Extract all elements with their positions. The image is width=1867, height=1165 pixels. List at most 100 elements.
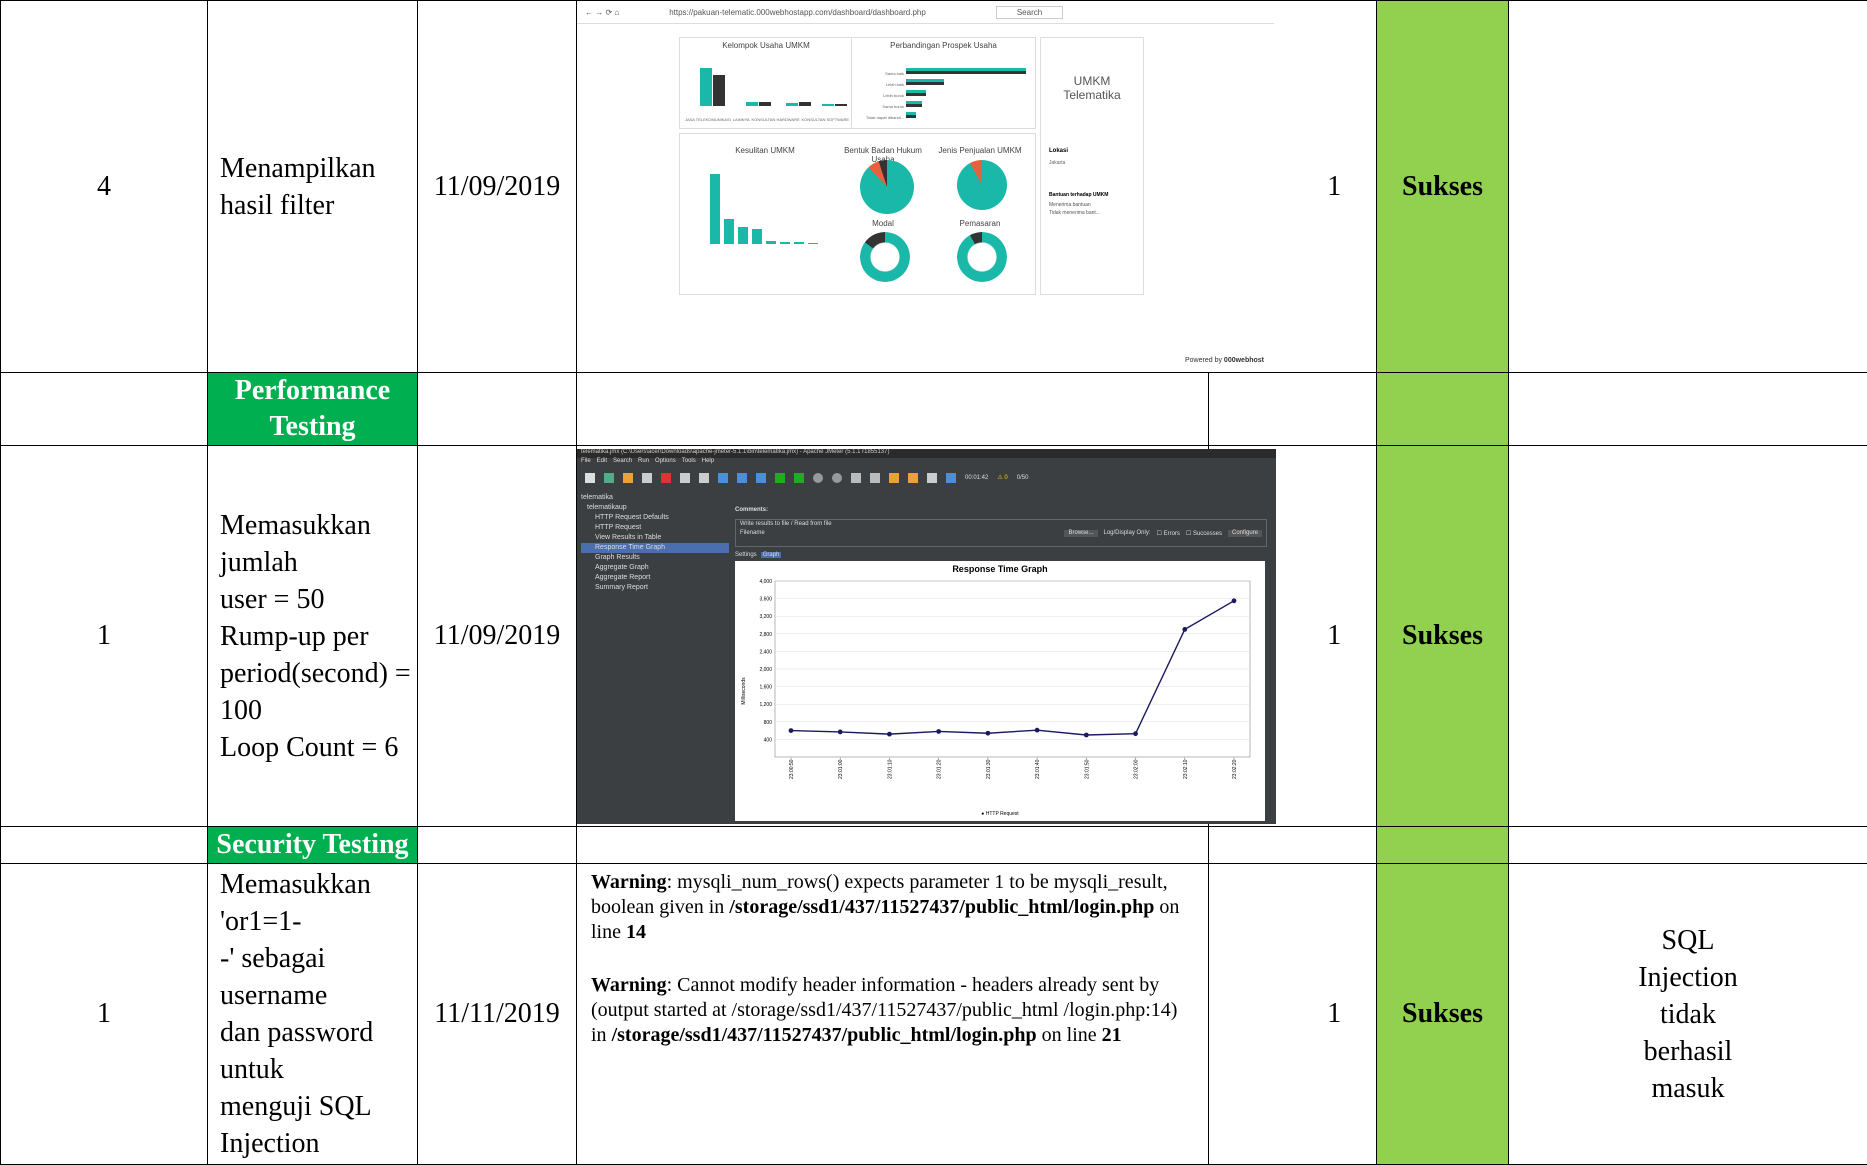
tree-item[interactable]: Graph Results	[581, 553, 729, 563]
errors-checkbox[interactable]: ☐ Errors	[1157, 530, 1180, 537]
bar	[794, 242, 804, 244]
successes-checkbox[interactable]: ☐ Successes	[1186, 530, 1222, 537]
lokasi-dropdown[interactable]: Jakarta	[1049, 160, 1143, 166]
tab-graph[interactable]: Graph	[761, 552, 782, 558]
paste-icon[interactable]	[699, 473, 709, 483]
open-icon[interactable]	[623, 473, 633, 483]
test-date: 11/09/2019	[418, 1, 577, 373]
clear-all-icon[interactable]	[870, 473, 880, 483]
copy-icon[interactable]	[680, 473, 690, 483]
start-no-pause-icon[interactable]	[794, 473, 804, 483]
tree-item[interactable]: telematika	[581, 493, 729, 503]
section-row: Performance Testing	[1, 373, 1867, 446]
stop-icon[interactable]	[813, 473, 823, 483]
warning-icon: ⚠ 0	[997, 474, 1007, 481]
tree-item[interactable]: HTTP Request	[581, 523, 729, 533]
tree-item[interactable]: Summary Report	[581, 583, 729, 593]
table-row: 1 Memasukkan 'or1=1- -' sebagai username…	[1, 864, 1867, 1165]
menu-item[interactable]: File	[581, 458, 591, 467]
data-point	[1133, 731, 1138, 736]
collapse-icon[interactable]	[737, 473, 747, 483]
clear-icon[interactable]	[851, 473, 861, 483]
tab-settings[interactable]: Settings	[735, 552, 757, 558]
row-number: 1	[1, 864, 208, 1165]
menu-item[interactable]: Search	[613, 458, 632, 467]
menu-item[interactable]: Edit	[597, 458, 607, 467]
url-bar[interactable]: https://pakuan-telematic.000webhostapp.c…	[669, 8, 926, 17]
shutdown-icon[interactable]	[832, 473, 842, 483]
test-count: 1	[1293, 1, 1377, 373]
table-row: 4 Menampilkan hasil filter 11/09/2019 ← …	[1, 1, 1867, 373]
graph-panel: Response Time Graph Milliseconds 4008001…	[735, 561, 1265, 821]
tree-item[interactable]: Aggregate Report	[581, 573, 729, 583]
test-date: 11/09/2019	[418, 446, 577, 827]
search-box[interactable]: Search	[996, 6, 1063, 19]
prospek-usaha-card: Perbandingan Prospek Usaha Sama baikLebi…	[852, 38, 1035, 128]
chart-title: Response Time Graph	[952, 564, 1047, 574]
templates-icon[interactable]	[604, 473, 614, 483]
nav-arrows-icon[interactable]: ← → ⟳ ⌂	[585, 8, 619, 17]
data-point	[985, 730, 990, 735]
menu-item[interactable]: Options	[655, 458, 676, 467]
toggle-icon[interactable]	[756, 473, 766, 483]
menu-item[interactable]: Help	[702, 458, 714, 467]
menu-item[interactable]: Tools	[682, 458, 696, 467]
bar	[906, 115, 916, 118]
y-tick-label: 3,200	[759, 614, 772, 620]
bar	[906, 82, 944, 85]
tree-item[interactable]: telematikaup	[581, 503, 729, 513]
pie-badan-hukum	[860, 160, 914, 214]
save-icon[interactable]	[642, 473, 652, 483]
test-description: Memasukkan jumlah user = 50 Rump-up per …	[208, 446, 418, 827]
bar	[766, 241, 776, 244]
bar	[906, 71, 1026, 74]
y-tick-label: 2,400	[759, 649, 772, 655]
y-tick-label: 3,600	[759, 596, 772, 602]
reset-search-icon[interactable]	[908, 473, 918, 483]
tree-item[interactable]: View Results in Table	[581, 533, 729, 543]
menu-item[interactable]: Run	[638, 458, 649, 467]
x-tick-label: 23:01:50	[1084, 759, 1090, 779]
php-warning: Warning: Cannot modify header informatio…	[577, 967, 1208, 1054]
new-icon[interactable]	[585, 473, 595, 483]
toolbar: 00:01:42 ⚠ 0 0/50	[577, 467, 1276, 489]
tree-item[interactable]: Aggregate Graph	[581, 563, 729, 573]
expand-icon[interactable]	[718, 473, 728, 483]
bar	[738, 227, 748, 244]
start-icon[interactable]	[775, 473, 785, 483]
y-tick-label: 2,800	[759, 631, 772, 637]
test-plan-tree: telematika telematikaup HTTP Request Def…	[581, 493, 729, 593]
test-results-table: 4 Menampilkan hasil filter 11/09/2019 ← …	[0, 0, 1867, 1165]
donut-pemasaran	[957, 232, 1007, 282]
bar	[700, 68, 712, 106]
tree-item-selected[interactable]: Response Time Graph	[581, 543, 729, 553]
thread-count: 0/50	[1017, 475, 1029, 481]
filter-option[interactable]: Tidak menerima bant...	[1049, 210, 1143, 216]
x-tick-label: 23:01:00	[838, 759, 844, 779]
help-icon[interactable]	[946, 473, 956, 483]
x-tick-label: 23:00:50	[789, 759, 795, 779]
test-count: 1	[1293, 864, 1377, 1165]
bar	[713, 75, 725, 106]
x-tick-label: 23:01:10	[887, 759, 893, 779]
test-description: Memasukkan 'or1=1- -' sebagai username d…	[208, 864, 418, 1165]
configure-button[interactable]: Configure	[1228, 530, 1262, 537]
cut-icon[interactable]	[661, 473, 671, 483]
x-tick-label: 23:01:30	[986, 759, 992, 779]
test-date: 11/11/2019	[418, 864, 577, 1165]
filter-option[interactable]: Menerima bantuan	[1049, 202, 1143, 208]
filename-input[interactable]	[771, 530, 1059, 537]
kelompok-usaha-card: Kelompok Usaha UMKM JASA TELEKOMUNIKASIL…	[680, 38, 852, 128]
tree-item[interactable]: HTTP Request Defaults	[581, 513, 729, 523]
function-helper-icon[interactable]	[927, 473, 937, 483]
search-icon[interactable]	[889, 473, 899, 483]
data-point	[1182, 627, 1187, 632]
response-time-chart: Response Time Graph Milliseconds 4008001…	[735, 561, 1265, 821]
bar	[786, 103, 798, 106]
test-note: SQL Injection tidak berhasil masuk	[1509, 864, 1867, 1165]
row-number: 4	[1, 1, 208, 373]
browse-button[interactable]: Browse...	[1064, 530, 1097, 537]
data-point	[936, 729, 941, 734]
file-panel: Write results to file / Read from file F…	[735, 519, 1267, 547]
data-point	[1232, 598, 1237, 603]
